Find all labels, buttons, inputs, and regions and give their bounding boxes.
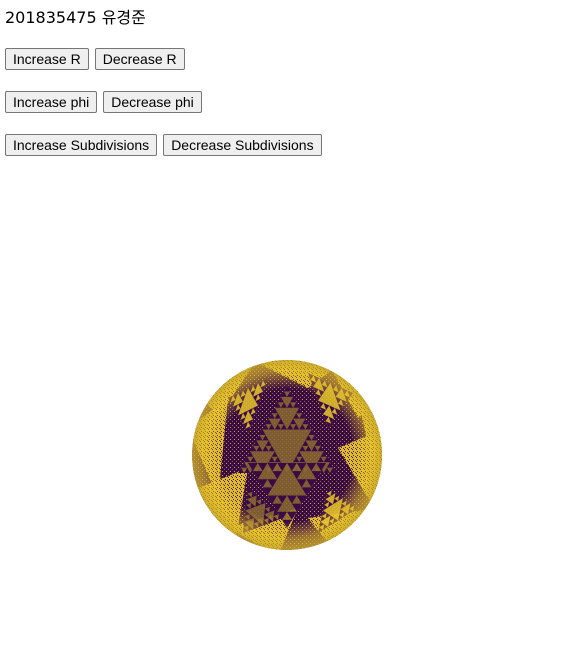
phi-controls: Increase phi Decrease phi <box>5 91 202 113</box>
sierpinski-sphere-render <box>192 360 382 550</box>
subdivision-controls: Increase Subdivisions Decrease Subdivisi… <box>5 134 322 156</box>
page-title: 201835475 유경준 <box>5 8 146 27</box>
increase-phi-button[interactable]: Increase phi <box>5 91 98 113</box>
decrease-r-button[interactable]: Decrease R <box>94 48 185 70</box>
increase-r-button[interactable]: Increase R <box>5 48 89 70</box>
page: 201835475 유경준 Increase R Decrease R Incr… <box>0 0 574 646</box>
decrease-subdivisions-button[interactable]: Decrease Subdivisions <box>163 134 322 156</box>
increase-subdivisions-button[interactable]: Increase Subdivisions <box>5 134 158 156</box>
webgl-canvas[interactable] <box>188 358 386 556</box>
radius-controls: Increase R Decrease R <box>5 48 185 70</box>
sphere-surface <box>192 360 382 550</box>
sphere-rim <box>192 360 382 550</box>
decrease-phi-button[interactable]: Decrease phi <box>103 91 202 113</box>
